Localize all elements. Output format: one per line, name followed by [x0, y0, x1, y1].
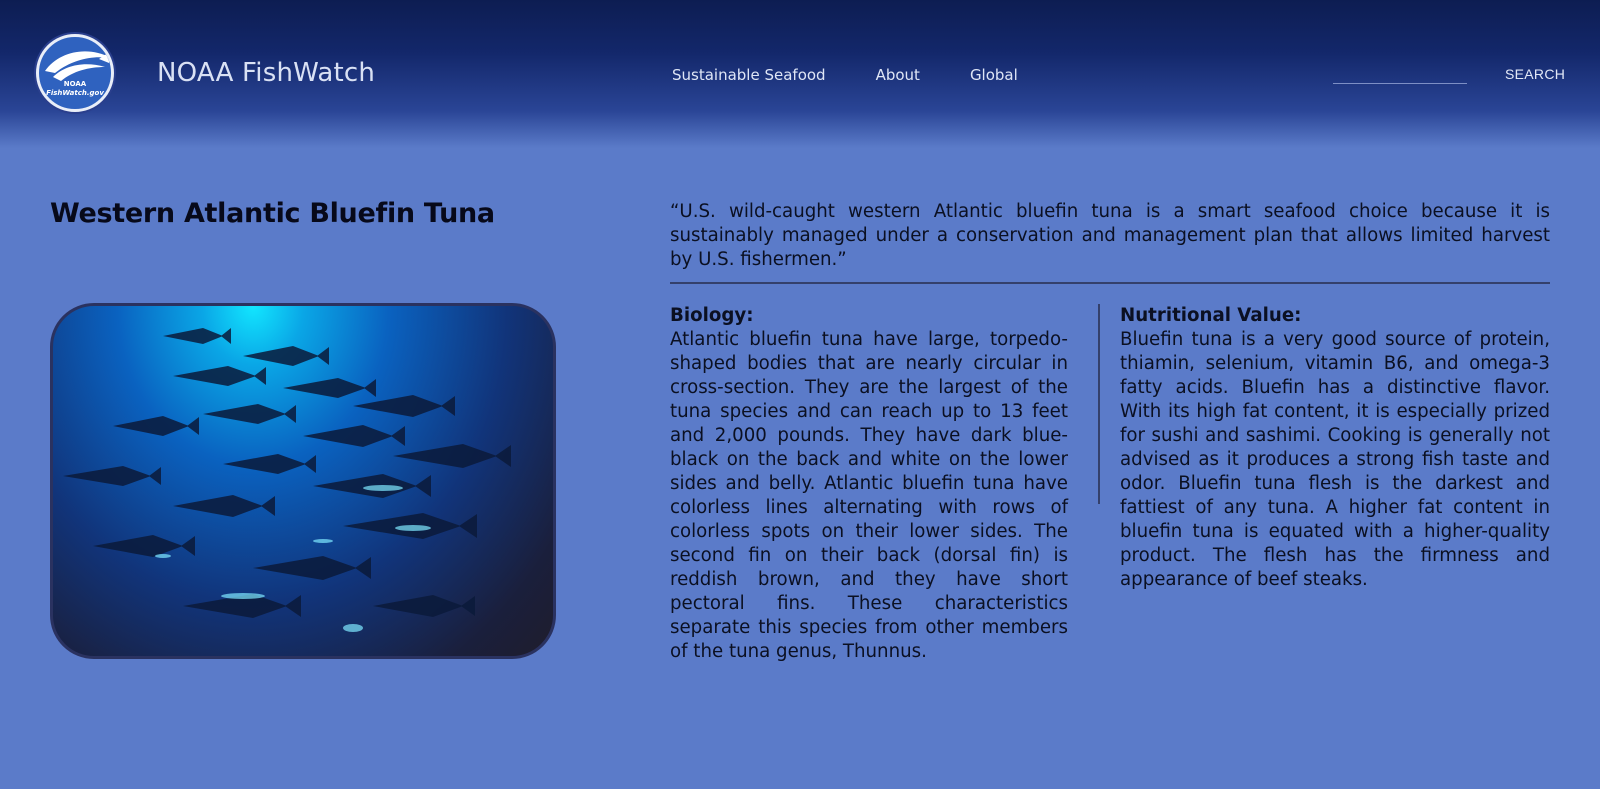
biology-text: Atlantic bluefin tuna have large, torped… [670, 329, 1068, 662]
page-title: Western Atlantic Bluefin Tuna [50, 198, 495, 229]
nutrition-heading: Nutritional Value: [1120, 305, 1302, 326]
site-header: NOAA FishWatch.gov NOAA FishWatch Sustai… [0, 0, 1600, 148]
tuna-photo [50, 303, 556, 659]
biology-section: Biology: Atlantic bluefin tuna have larg… [670, 304, 1068, 664]
nav-sustainable-seafood[interactable]: Sustainable Seafood [672, 66, 826, 84]
column-divider [1098, 304, 1100, 504]
nav-global[interactable]: Global [970, 66, 1018, 84]
nutrition-text: Bluefin tuna is a very good source of pr… [1120, 329, 1550, 590]
nutrition-section: Nutritional Value: Bluefin tuna is a ver… [1120, 304, 1550, 592]
noaa-logo[interactable]: NOAA FishWatch.gov [36, 34, 114, 112]
quote-divider [670, 282, 1550, 284]
search-input[interactable] [1333, 83, 1467, 84]
site-title[interactable]: NOAA FishWatch [157, 58, 375, 88]
fish-logo-icon [45, 51, 111, 81]
search-button[interactable]: SEARCH [1505, 66, 1565, 82]
nav-about[interactable]: About [876, 66, 920, 84]
logo-fishwatch-label: FishWatch.gov [46, 89, 104, 97]
logo-noaa-label: NOAA [63, 80, 87, 88]
quote-text: “U.S. wild-caught western Atlantic bluef… [670, 201, 1550, 270]
main-nav: Sustainable Seafood About Global [672, 66, 1068, 84]
biology-heading: Biology: [670, 305, 754, 326]
tuna-school-icon [63, 328, 511, 632]
